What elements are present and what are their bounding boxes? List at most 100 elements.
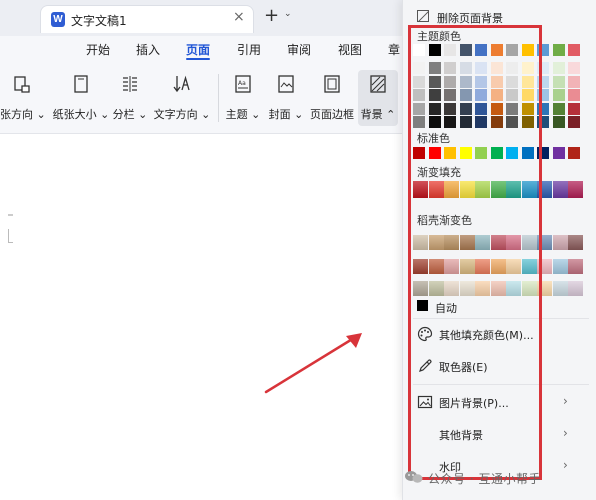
color-swatch[interactable] (428, 102, 441, 115)
color-swatch[interactable] (521, 89, 534, 101)
color-swatch[interactable] (506, 62, 518, 74)
color-swatch[interactable] (552, 181, 568, 198)
color-swatch[interactable] (537, 281, 552, 296)
paper-size-button[interactable]: 纸张大小 ⌄ (50, 70, 112, 126)
color-swatch[interactable] (568, 181, 583, 198)
eyedropper-item[interactable]: 取色器(E) (403, 352, 596, 380)
color-swatch[interactable] (506, 281, 521, 296)
color-swatch[interactable] (537, 102, 549, 115)
color-swatch[interactable] (521, 259, 537, 274)
color-swatch[interactable] (475, 44, 487, 56)
menu-home[interactable]: 开始 (86, 41, 110, 58)
color-swatch[interactable] (459, 75, 472, 88)
color-swatch[interactable] (444, 102, 456, 115)
background-button[interactable]: 背景 ⌃ (358, 70, 398, 126)
color-swatch[interactable] (506, 147, 518, 159)
color-swatch[interactable] (490, 281, 506, 296)
more-fill-colors-item[interactable]: 其他填充颜色(M)... (403, 320, 596, 348)
color-swatch[interactable] (552, 75, 565, 88)
color-swatch[interactable] (413, 62, 425, 74)
color-swatch[interactable] (506, 102, 518, 115)
color-swatch[interactable] (413, 281, 428, 296)
color-swatch[interactable] (506, 75, 518, 88)
color-swatch[interactable] (490, 102, 503, 115)
color-swatch[interactable] (459, 44, 472, 56)
color-swatch[interactable] (490, 259, 506, 274)
color-swatch[interactable] (444, 147, 456, 159)
color-swatch[interactable] (568, 89, 580, 101)
color-swatch[interactable] (413, 181, 428, 198)
color-swatch[interactable] (568, 62, 580, 74)
color-swatch[interactable] (444, 62, 456, 74)
color-swatch[interactable] (428, 181, 444, 198)
color-swatch[interactable] (521, 181, 537, 198)
color-swatch[interactable] (475, 62, 487, 74)
color-swatch[interactable] (459, 259, 475, 274)
color-swatch[interactable] (568, 44, 580, 56)
color-swatch[interactable] (506, 181, 521, 198)
orientation-button[interactable]: 张方向 ⌄ (0, 70, 46, 126)
color-swatch[interactable] (444, 281, 459, 296)
color-swatch[interactable] (459, 235, 475, 250)
color-swatch[interactable] (521, 44, 534, 56)
color-swatch[interactable] (413, 75, 425, 88)
color-swatch[interactable] (475, 75, 487, 88)
new-tab-icon[interactable]: + (264, 6, 279, 26)
color-swatch[interactable] (521, 235, 537, 250)
color-swatch[interactable] (521, 116, 534, 128)
color-swatch[interactable] (568, 281, 583, 296)
color-swatch[interactable] (459, 147, 472, 159)
other-background-item[interactable]: 其他背景 › (403, 420, 596, 448)
menu-chapter[interactable]: 章 (388, 41, 400, 58)
color-swatch[interactable] (428, 116, 441, 128)
color-swatch[interactable] (428, 89, 441, 101)
columns-button[interactable]: 分栏 ⌄ (112, 70, 148, 126)
color-swatch[interactable] (506, 89, 518, 101)
color-swatch[interactable] (537, 89, 549, 101)
color-swatch[interactable] (552, 281, 568, 296)
color-swatch[interactable] (490, 44, 503, 56)
color-swatch[interactable] (537, 181, 552, 198)
color-swatch[interactable] (568, 147, 580, 159)
color-swatch[interactable] (490, 116, 503, 128)
color-swatch[interactable] (521, 75, 534, 88)
color-swatch[interactable] (506, 116, 518, 128)
color-swatch[interactable] (506, 235, 521, 250)
color-swatch[interactable] (537, 44, 549, 56)
color-swatch[interactable] (490, 75, 503, 88)
color-swatch[interactable] (413, 102, 425, 115)
color-swatch[interactable] (568, 235, 583, 250)
color-swatch[interactable] (552, 89, 565, 101)
color-swatch[interactable] (444, 75, 456, 88)
menu-page[interactable]: 页面 (186, 41, 210, 58)
color-swatch[interactable] (459, 102, 472, 115)
color-swatch[interactable] (413, 116, 425, 128)
color-swatch[interactable] (459, 89, 472, 101)
color-swatch[interactable] (537, 147, 549, 159)
color-swatch[interactable] (444, 181, 459, 198)
color-swatch[interactable] (490, 235, 506, 250)
menu-view[interactable]: 视图 (338, 41, 362, 58)
text-direction-button[interactable]: 文字方向 ⌄ (152, 70, 212, 126)
color-swatch[interactable] (490, 89, 503, 101)
theme-button[interactable]: Aa 主题 ⌄ (224, 70, 262, 126)
color-swatch[interactable] (428, 62, 441, 74)
color-swatch[interactable] (413, 44, 425, 56)
color-swatch[interactable] (537, 62, 549, 74)
document-tab[interactable]: W 文字文稿1 × (40, 5, 254, 33)
color-swatch[interactable] (475, 281, 490, 296)
color-swatch[interactable] (428, 235, 444, 250)
color-swatch[interactable] (428, 44, 441, 56)
menu-review[interactable]: 审阅 (287, 41, 311, 58)
color-swatch[interactable] (568, 116, 580, 128)
menu-references[interactable]: 引用 (237, 41, 261, 58)
color-swatch[interactable] (475, 102, 487, 115)
color-swatch[interactable] (568, 259, 583, 274)
color-swatch[interactable] (475, 116, 487, 128)
color-swatch[interactable] (459, 181, 475, 198)
color-swatch[interactable] (537, 75, 549, 88)
color-swatch[interactable] (552, 147, 565, 159)
color-swatch[interactable] (506, 259, 521, 274)
color-swatch[interactable] (459, 62, 472, 74)
cover-button[interactable]: 封面 ⌄ (266, 70, 306, 126)
